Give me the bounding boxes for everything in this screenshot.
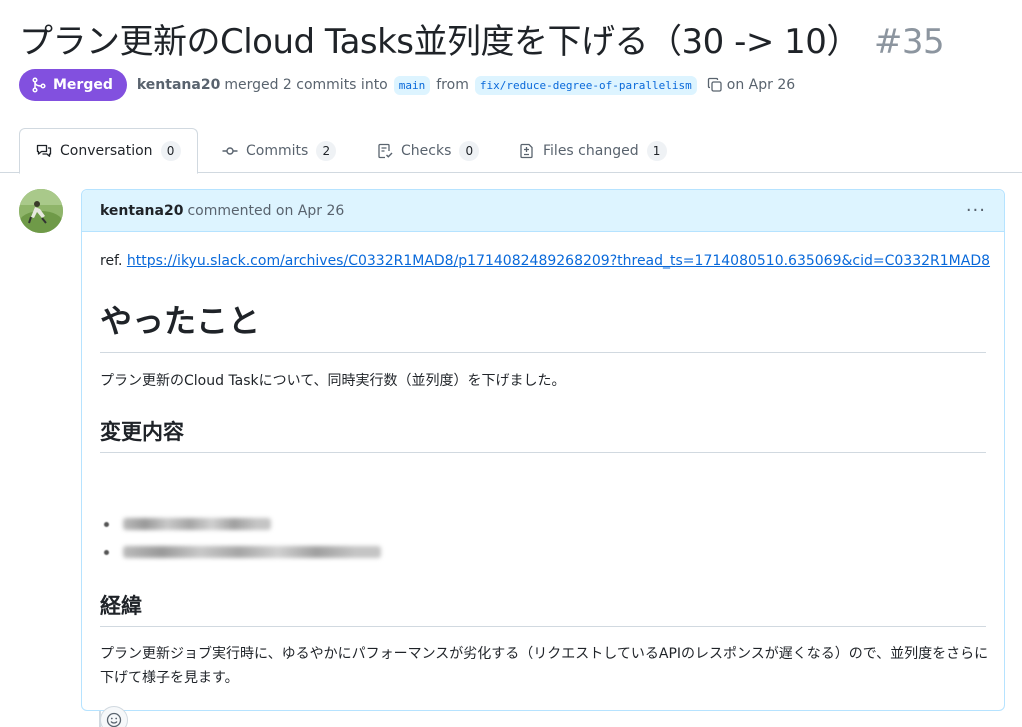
base-branch[interactable]: main [393, 75, 431, 95]
comment-header: kentana20 commented on Apr 26 ··· [82, 190, 1004, 232]
pr-number: #35 [873, 22, 945, 62]
list-item [100, 510, 381, 538]
slack-ref-link[interactable]: https://ikyu.slack.com/archives/C0332R1M… [127, 253, 990, 269]
tab-conversation-count: 0 [160, 141, 181, 161]
kebab-menu-icon[interactable]: ··· [966, 200, 986, 221]
heading-what-i-did: やったこと [100, 296, 986, 353]
tab-checks-label: Checks [401, 142, 452, 159]
tab-commits-count: 2 [316, 140, 337, 161]
heading-changes: 変更内容 [100, 416, 986, 453]
tab-files-changed[interactable]: Files changed 1 [519, 128, 667, 173]
file-diff-icon [520, 143, 533, 158]
pr-description-comment: kentana20 commented on Apr 26 ··· ref. h… [81, 189, 1005, 727]
ref-line: ref. https://ikyu.slack.com/archives/C03… [100, 253, 990, 269]
merge-text: merged 2 commits into [224, 77, 388, 93]
copy-icon[interactable] [707, 77, 723, 93]
timeline-line [99, 711, 101, 727]
head-branch[interactable]: fix/reduce-degree-of-parallelism [474, 75, 697, 95]
pr-meta: Merged kentana20 merged 2 commits into m… [19, 69, 795, 101]
tab-conversation-label: Conversation [60, 143, 153, 159]
checklist-icon [378, 143, 393, 158]
tab-conversation[interactable]: Conversation 0 [19, 128, 198, 174]
merge-date: on Apr 26 [726, 77, 796, 93]
tab-files-changed-count: 1 [646, 140, 667, 161]
list-item [100, 538, 381, 566]
tab-checks-count: 0 [459, 140, 480, 161]
tab-commits-label: Commits [246, 142, 309, 159]
smiley-icon [106, 712, 122, 727]
merged-badge: Merged [19, 69, 127, 101]
background-paragraph: プラン更新ジョブ実行時に、ゆるやかにパフォーマンスが劣化する（リクエストしている… [100, 646, 989, 686]
add-reaction-button[interactable] [100, 706, 128, 727]
tab-commits[interactable]: Commits 2 [222, 128, 337, 173]
from-text: from [436, 77, 469, 93]
redacted-change-list [100, 510, 381, 566]
pr-tabs: Conversation 0 Commits 2 Checks 0 Files … [0, 128, 1022, 174]
tab-checks[interactable]: Checks 0 [377, 128, 480, 173]
git-merge-icon [32, 77, 46, 93]
pr-title: プラン更新のCloud Tasks並列度を下げる（30 -> 10） #35 [19, 14, 945, 63]
summary-paragraph: プラン更新のCloud Taskについて、同時実行数（並列度）を下げました。 [100, 373, 566, 389]
heading-background: 経緯 [100, 590, 986, 627]
comment-author-link[interactable]: kentana20 [100, 203, 183, 219]
pr-title-text: プラン更新のCloud Tasks並列度を下げる（30 -> 10） [19, 22, 860, 62]
author-avatar[interactable] [19, 189, 63, 233]
merged-badge-label: Merged [53, 77, 113, 93]
comment-meta[interactable]: commented on Apr 26 [187, 203, 344, 219]
pr-author-link[interactable]: kentana20 [137, 77, 220, 93]
comment-discussion-icon [36, 144, 52, 157]
git-commit-icon [222, 146, 238, 155]
ref-prefix: ref. [100, 253, 123, 269]
tab-files-changed-label: Files changed [543, 142, 639, 159]
